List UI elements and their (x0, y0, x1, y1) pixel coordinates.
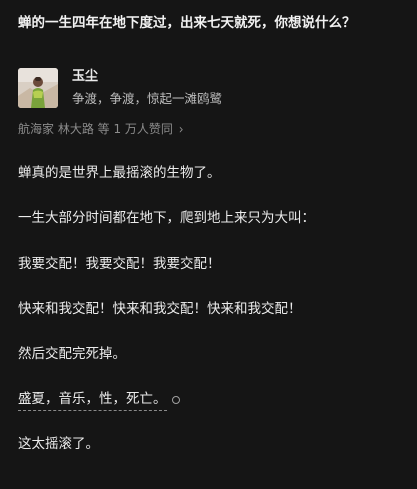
highlighted-sentence[interactable]: 盛夏，音乐，性，死亡。 (18, 391, 167, 411)
answer-paragraph: 然后交配完死掉。 (18, 346, 126, 362)
answer-paragraph: 我要交配！我要交配！我要交配！ (18, 256, 221, 272)
chevron-right-icon: › (178, 121, 184, 137)
question-title[interactable]: 蝉的一生四年在地下度过，出来七天就死，你想说什么？ (18, 12, 403, 34)
comment-marker-icon[interactable] (171, 396, 180, 404)
upvoters-summary[interactable]: 航海家 林大路 等 1 万人赞同 › (18, 120, 184, 138)
answer-paragraph: 这太摇滚了。 (18, 436, 99, 452)
author-bio: 争渡，争渡，惊起一滩鸥鹭 (72, 91, 223, 106)
answer-paragraph: 蝉真的是世界上最摇滚的生物了。 (18, 165, 221, 181)
answer-paragraph-highlighted: 盛夏，音乐，性，死亡。 (18, 389, 180, 411)
answer-paragraph: 快来和我交配！快来和我交配！快来和我交配！ (18, 301, 302, 317)
author-info: 玉尘 争渡，争渡，惊起一滩鸥鹭 (18, 68, 398, 110)
author-name[interactable]: 玉尘 (72, 68, 98, 86)
avatar[interactable] (18, 68, 58, 108)
upvoters-text: 航海家 林大路 等 1 万人赞同 (18, 122, 173, 136)
avatar-photo-icon (18, 68, 58, 108)
answer-paragraph: 一生大部分时间都在地下，爬到地上来只为大叫： (18, 210, 315, 226)
